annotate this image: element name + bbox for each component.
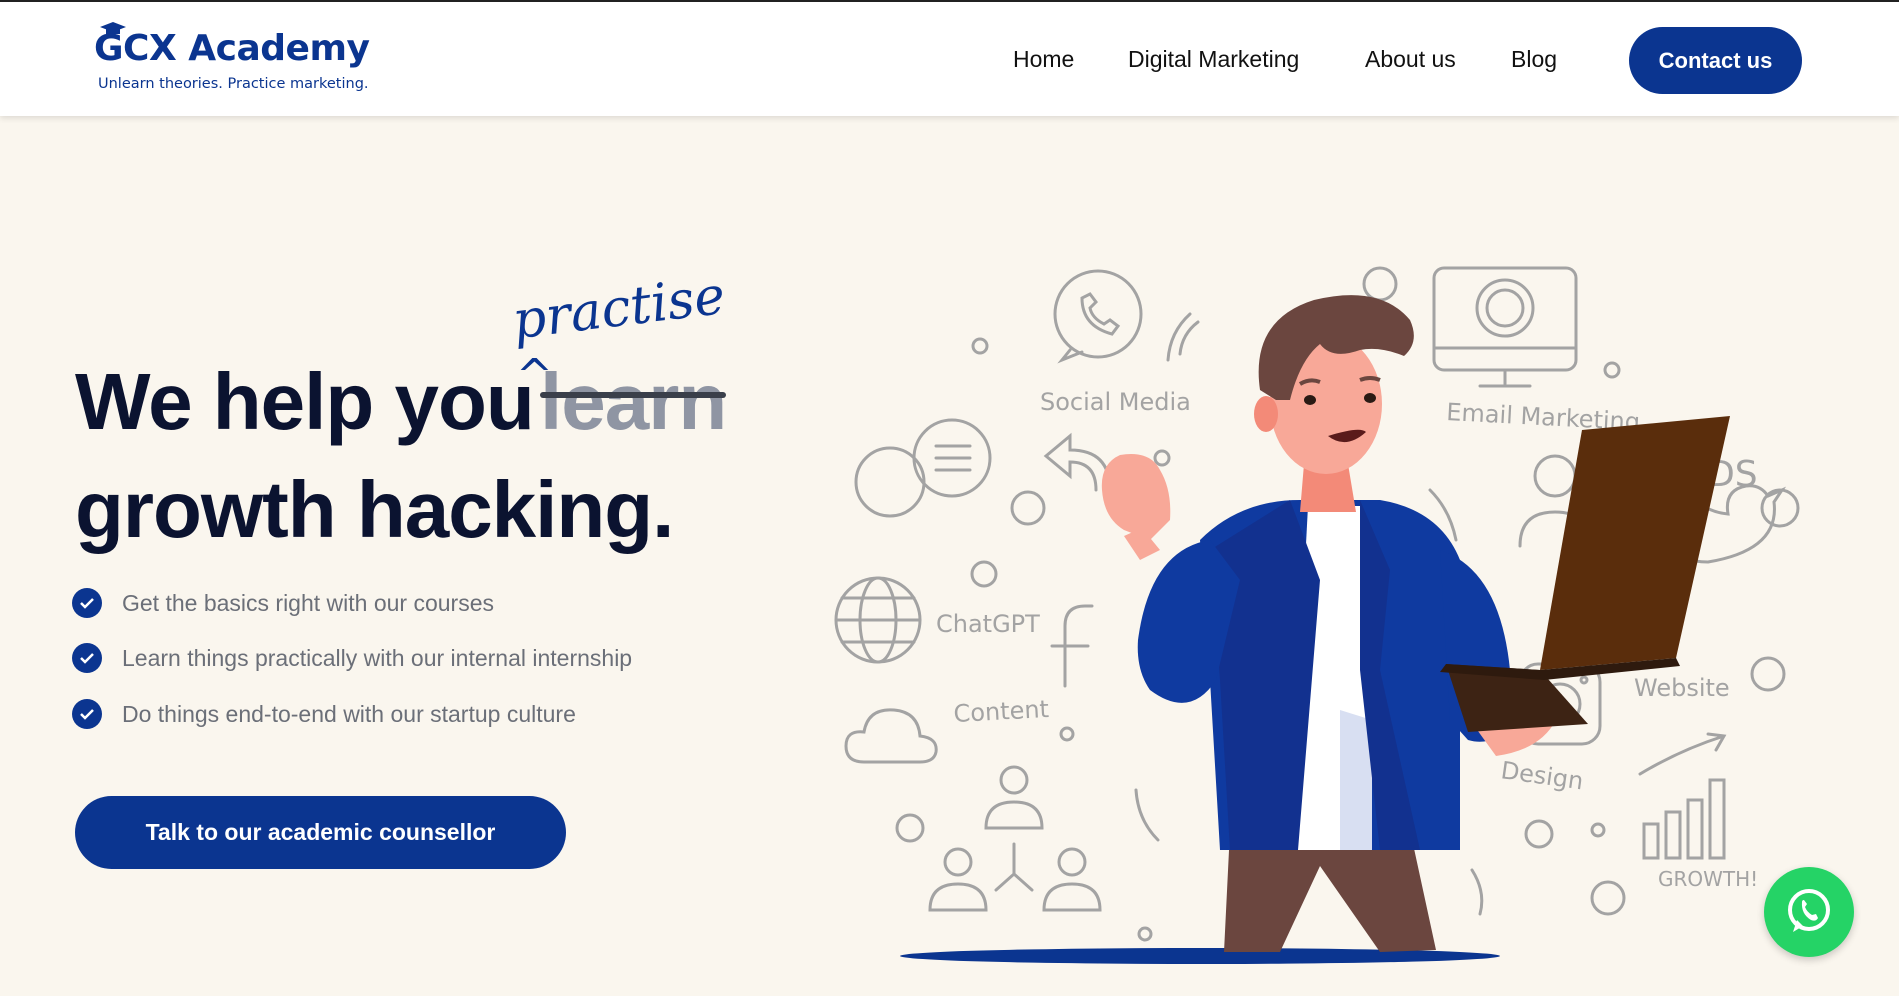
brand-name: GCX Academy	[94, 28, 370, 69]
nav-blog[interactable]: Blog	[1511, 46, 1557, 73]
strikethrough-line	[540, 392, 726, 398]
talk-to-counsellor-button[interactable]: Talk to our academic counsellor	[75, 796, 566, 869]
label-design: Design	[1499, 756, 1585, 795]
contact-us-button[interactable]: Contact us	[1629, 27, 1802, 94]
check-circle-icon	[72, 699, 102, 729]
hero-illustration: Social Media Email Marketing Paid ADS Ch…	[834, 266, 1800, 964]
monitor-dollar-icon	[1432, 266, 1578, 388]
share-arrow-icon	[1043, 432, 1112, 492]
handwritten-practise: practise	[512, 266, 728, 352]
chat-phone-icon	[1053, 269, 1143, 364]
label-growth: GROWTH!	[1658, 867, 1758, 891]
chat-bubbles-icon	[854, 418, 992, 518]
label-content: Content	[953, 695, 1050, 728]
label-website: Website	[1634, 674, 1730, 702]
brand-tagline: Unlearn theories. Practice marketing.	[98, 76, 369, 92]
nav-digital-marketing[interactable]: Digital Marketing	[1128, 46, 1299, 73]
benefit-text: Learn things practically with our intern…	[122, 644, 633, 671]
hero-line-1: We help you	[75, 357, 535, 446]
site-header: GCX Academy Unlearn theories. Practice m…	[0, 2, 1899, 116]
cloud-icon	[844, 708, 938, 764]
benefit-item: Do things end-to-end with our startup cu…	[72, 699, 576, 729]
label-chatgpt: ChatGPT	[936, 610, 1040, 638]
benefit-item: Learn things practically with our intern…	[72, 643, 632, 673]
check-circle-icon	[72, 643, 102, 673]
globe-icon	[834, 576, 922, 664]
whatsapp-chat-button[interactable]	[1764, 867, 1854, 957]
nav-about-us[interactable]: About us	[1365, 46, 1456, 73]
team-network-icon	[928, 765, 1102, 912]
check-circle-icon	[72, 588, 102, 618]
label-social-media: Social Media	[1040, 388, 1191, 416]
hero-line-2: growth hacking.	[75, 465, 674, 554]
benefit-text: Get the basics right with our courses	[122, 589, 494, 616]
whatsapp-icon	[1788, 889, 1830, 932]
character-illustration	[1101, 295, 1730, 952]
growth-chart-icon	[1638, 732, 1727, 860]
benefit-item: Get the basics right with our courses	[72, 588, 494, 618]
handwritten-word: practise	[512, 266, 728, 352]
struck-word: learn	[540, 357, 727, 446]
nav-home[interactable]: Home	[1013, 46, 1074, 73]
benefit-text: Do things end-to-end with our startup cu…	[122, 700, 576, 727]
facebook-icon	[1050, 604, 1094, 688]
insert-caret-icon: ^	[516, 350, 553, 401]
brand-logo[interactable]: GCX Academy Unlearn theories. Practice m…	[94, 22, 414, 96]
